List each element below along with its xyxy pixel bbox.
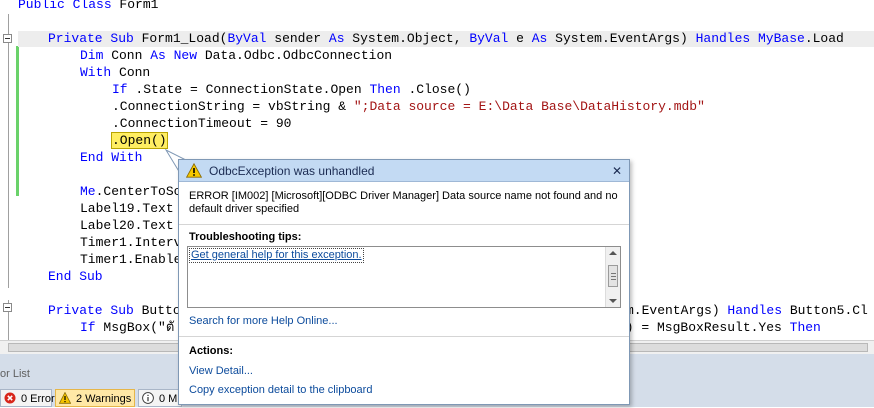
popup-title: OdbcException was unhandled xyxy=(209,164,375,178)
collapse-toggle-icon[interactable] xyxy=(3,34,12,43)
outline-line xyxy=(8,14,9,288)
troubleshooting-heading: Troubleshooting tips: xyxy=(189,231,302,243)
code-token: Private Sub xyxy=(48,31,134,46)
exception-line-highlight: .Open() xyxy=(111,132,168,149)
code-token: Label19.Text xyxy=(80,201,174,216)
code-token: Then xyxy=(789,320,821,335)
code-token: With xyxy=(80,65,112,80)
code-line: Timer1.Interv xyxy=(80,234,181,251)
popup-header: OdbcException was unhandled ✕ xyxy=(179,160,629,182)
code-token: .ConnectionTimeout = 90 xyxy=(112,116,292,131)
messages-count-label: 0 M xyxy=(159,393,178,405)
tips-vertical-scrollbar[interactable] xyxy=(605,247,620,307)
code-line: Timer1.Enable xyxy=(80,251,181,268)
code-token: Data.Odbc.OdbcConnection xyxy=(197,48,393,63)
code-token: .Load xyxy=(804,31,844,46)
code-token: Dim xyxy=(80,48,104,63)
code-token: MsgBox("ตั xyxy=(95,320,175,335)
scroll-down-arrow-icon[interactable] xyxy=(609,299,617,303)
actions-heading: Actions: xyxy=(189,345,233,357)
general-help-link[interactable]: Get general help for this exception. xyxy=(189,248,364,263)
code-token: .CenterToSc xyxy=(95,184,182,199)
code-token: As xyxy=(531,31,548,46)
code-token: Label20.Text xyxy=(80,218,174,233)
code-token: Button5.Cl xyxy=(782,303,868,318)
code-token: .ConnectionString = vbString & xyxy=(112,99,354,114)
code-token: Conn xyxy=(111,65,151,80)
code-token: Then xyxy=(369,82,401,97)
warning-icon xyxy=(186,163,202,178)
code-line: .ConnectionString = vbString & ";Data so… xyxy=(112,98,705,115)
warning-icon xyxy=(59,392,71,404)
code-line: .ConnectionTimeout = 90 xyxy=(112,115,291,132)
code-token: Timer1.Enable xyxy=(80,252,182,267)
errors-filter-button[interactable]: 0 Errors xyxy=(0,389,60,407)
code-line: With Conn xyxy=(80,64,150,81)
code-line: Label19.Text xyxy=(80,200,174,217)
code-line: End Sub xyxy=(48,268,103,285)
code-line: .Open() xyxy=(111,132,168,149)
search-help-online-link[interactable]: Search for more Help Online... xyxy=(189,314,338,328)
code-token: System.Object, xyxy=(344,31,470,46)
code-line: Label20.Text xyxy=(80,217,174,234)
code-token: ";Data source = E:\Data Base\DataHistory… xyxy=(353,99,705,114)
collapse-toggle-icon[interactable] xyxy=(3,303,12,312)
code-token: Timer1.Interv xyxy=(80,235,182,250)
code-token: Handles xyxy=(727,303,783,318)
code-line: End With xyxy=(80,149,142,166)
code-token: sender xyxy=(266,31,329,46)
code-token: If xyxy=(112,82,128,97)
divider xyxy=(179,224,629,225)
exception-assistant-popup: OdbcException was unhandled ✕ ERROR [IM0… xyxy=(178,159,630,405)
messages-filter-button[interactable]: 0 M xyxy=(138,389,182,407)
grip-line xyxy=(611,276,616,277)
code-line: m.EventArgs) Handles Button5.Cl xyxy=(626,302,868,319)
code-token: Private Sub xyxy=(48,303,134,318)
code-token: End With xyxy=(80,150,143,165)
code-token: Butto xyxy=(133,303,181,318)
code-token: Conn xyxy=(103,48,151,63)
code-token: End Sub xyxy=(48,269,103,284)
code-line: Private Sub Butto xyxy=(48,302,181,319)
code-line: If MsgBox("ตั xyxy=(80,319,174,336)
exception-message: ERROR [IM002] [Microsoft][ODBC Driver Ma… xyxy=(189,190,618,215)
code-token: e xyxy=(508,31,532,46)
error-icon xyxy=(4,392,16,404)
code-line: ") = MsgBoxResult.Yes Then xyxy=(618,319,821,336)
code-token: As New xyxy=(150,48,198,63)
code-token: System.EventArgs) xyxy=(547,31,696,46)
code-line: Me.CenterToSc xyxy=(80,183,181,200)
change-marker xyxy=(16,46,19,196)
code-token: Public Class xyxy=(18,0,112,12)
code-line: Private Sub Form1_Load(ByVal sender As S… xyxy=(48,30,844,47)
grip-line xyxy=(611,279,616,280)
scrollbar-thumb[interactable] xyxy=(608,265,618,287)
info-icon xyxy=(142,392,154,404)
code-token: Handles MyBase xyxy=(695,31,805,46)
view-detail-link[interactable]: View Detail... xyxy=(189,364,253,378)
troubleshooting-tips-list[interactable]: Get general help for this exception. xyxy=(187,246,621,308)
code-token: ByVal xyxy=(469,31,509,46)
copy-exception-detail-link[interactable]: Copy exception detail to the clipboard xyxy=(189,383,372,397)
code-token: .State = ConnectionState.Open xyxy=(127,82,370,97)
code-line: Dim Conn As New Data.Odbc.OdbcConnection xyxy=(80,47,392,64)
grip-line xyxy=(611,273,616,274)
code-token: As xyxy=(328,31,345,46)
close-button[interactable]: ✕ xyxy=(610,164,624,178)
code-token: If xyxy=(80,320,96,335)
error-list-title: or List xyxy=(0,368,30,380)
code-token: Form1 xyxy=(111,0,159,12)
divider xyxy=(179,336,629,337)
code-token: ") = MsgBoxResult.Yes xyxy=(618,320,790,335)
code-token: ByVal xyxy=(227,31,267,46)
code-line: If .State = ConnectionState.Open Then .C… xyxy=(112,81,471,98)
code-token: Form1_Load( xyxy=(133,31,228,46)
code-line: Public Class Form1 xyxy=(18,0,158,13)
code-token: Me xyxy=(80,184,96,199)
scroll-up-arrow-icon[interactable] xyxy=(609,251,617,255)
code-token: m.EventArgs) xyxy=(626,303,728,318)
warnings-filter-button[interactable]: 2 Warnings xyxy=(55,389,135,407)
code-token: .Close() xyxy=(400,82,471,97)
warnings-count-label: 2 Warnings xyxy=(76,393,132,405)
